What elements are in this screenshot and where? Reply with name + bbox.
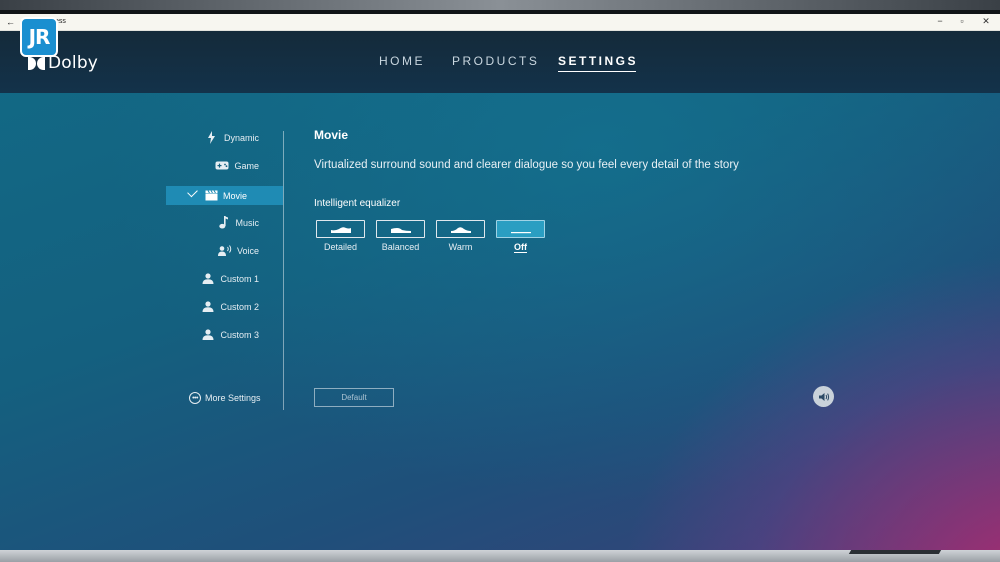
eq-detailed-label: Detailed (323, 242, 358, 252)
sidebar-item-custom-1[interactable]: Custom 1 (166, 269, 283, 288)
sidebar-item-label: Music (235, 217, 259, 228)
sidebar-item-custom-3[interactable]: Custom 3 (166, 325, 283, 344)
app-header: Dolby HOME PRODUCTS SETTINGS (0, 31, 1000, 93)
sidebar-item-label: Movie (223, 190, 248, 201)
sidebar-item-label: Dynamic (223, 132, 259, 143)
sidebar-item-label: Custom 1 (220, 273, 259, 284)
speaker-icon (818, 392, 829, 401)
eq-detailed-icon (330, 226, 351, 233)
sidebar-item-music[interactable]: Music (166, 213, 283, 232)
eq-off-label: Off (514, 242, 527, 252)
dolby-app: Dolby HOME PRODUCTS SETTINGS Dynamic Gam… (0, 31, 1000, 550)
sidebar-item-label: Custom 3 (220, 329, 259, 340)
volume-button[interactable] (813, 386, 834, 407)
sidebar-item-game[interactable]: Game (166, 156, 283, 175)
nav-products[interactable]: PRODUCTS (452, 54, 539, 68)
user-icon (201, 273, 215, 285)
eq-balanced-label: Balanced (381, 242, 420, 252)
more-settings-link[interactable]: ••• More Settings (189, 392, 261, 404)
gamepad-icon (215, 160, 229, 172)
sidebar-item-custom-2[interactable]: Custom 2 (166, 297, 283, 316)
back-arrow-icon[interactable]: ← (6, 17, 15, 27)
maximize-icon[interactable]: ▫ (952, 16, 972, 26)
eq-warm-icon (450, 226, 471, 233)
outer-bottom-strip (0, 550, 1000, 562)
equalizer-heading: Intelligent equalizer (314, 198, 401, 209)
nav-settings[interactable]: SETTINGS (558, 54, 638, 72)
voice-icon (217, 245, 232, 257)
jr-watermark-badge: JR (20, 17, 58, 57)
music-note-icon (216, 216, 230, 229)
close-icon[interactable]: ✕ (976, 16, 996, 27)
default-button[interactable]: Default (314, 388, 394, 407)
profile-title: Movie (314, 128, 349, 142)
checkmark-icon (187, 186, 198, 198)
eq-balanced-button[interactable] (376, 220, 425, 238)
eq-warm-label: Warm (448, 242, 473, 252)
logo-text: Dolby (48, 53, 99, 73)
clapperboard-icon (204, 190, 218, 202)
ellipsis-circle-icon: ••• (189, 392, 201, 404)
sidebar-item-label: Game (234, 160, 259, 171)
minimize-icon[interactable]: − (930, 16, 950, 26)
sidebar-item-dynamic[interactable]: Dynamic (166, 128, 283, 147)
app-window: ← ess − ▫ ✕ Dolby HOME PRODUCTS SETTINGS… (0, 14, 1000, 550)
sidebar-item-label: Voice (236, 245, 259, 256)
window-titlebar: ← ess − ▫ ✕ (0, 14, 1000, 31)
nav-home[interactable]: HOME (379, 54, 425, 68)
sidebar-item-label: Custom 2 (220, 301, 259, 312)
lightning-icon (205, 131, 219, 144)
sidebar-item-voice[interactable]: Voice (166, 241, 283, 260)
dolby-double-d-icon (28, 56, 46, 70)
user-icon (201, 301, 215, 313)
more-settings-label: More Settings (205, 393, 261, 403)
eq-off-icon (510, 231, 531, 233)
user-icon (201, 329, 215, 341)
sidebar-divider (283, 131, 284, 410)
outer-top-strip (0, 0, 1000, 10)
sidebar-item-movie[interactable]: Movie (166, 186, 283, 205)
eq-off-button[interactable] (496, 220, 545, 238)
eq-balanced-icon (390, 227, 411, 233)
profile-description: Virtualized surround sound and clearer d… (314, 159, 739, 171)
eq-warm-button[interactable] (436, 220, 485, 238)
eq-detailed-button[interactable] (316, 220, 365, 238)
